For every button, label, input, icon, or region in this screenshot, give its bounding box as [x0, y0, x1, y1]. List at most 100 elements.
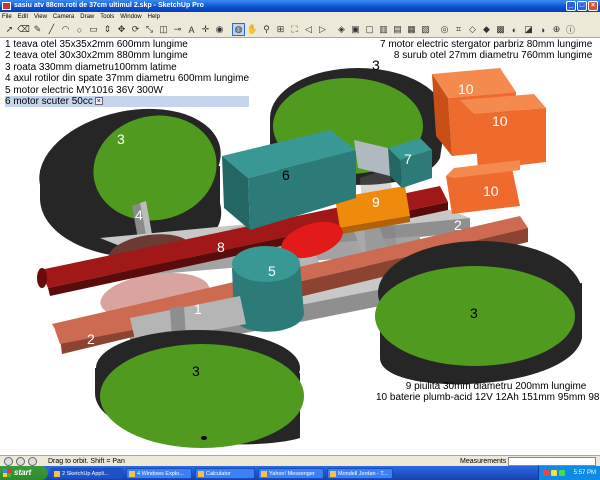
bottom-icon[interactable]: ▧: [419, 23, 432, 36]
pushpull-icon[interactable]: ⇕: [101, 23, 114, 36]
iso-icon[interactable]: ◈: [335, 23, 348, 36]
shaded-icon[interactable]: ◆: [480, 23, 493, 36]
tray-icon-1[interactable]: [543, 470, 549, 476]
label-nut: 9: [372, 194, 380, 210]
model-info-icon[interactable]: ⓘ: [564, 23, 577, 36]
scale-icon[interactable]: ⤡: [143, 23, 156, 36]
legend-item-5: 5 motor electric MY1016 36V 300W: [5, 84, 163, 96]
legend-bottom: 9 piulita 30mm diametru 200mm lungime 10…: [376, 381, 600, 404]
textured-icon[interactable]: ▩: [494, 23, 507, 36]
messenger-icon: [261, 470, 267, 477]
text-icon[interactable]: A: [185, 23, 198, 36]
zoom-icon[interactable]: ⚲: [260, 23, 273, 36]
monochrome-icon[interactable]: ◐: [508, 23, 521, 36]
select-icon[interactable]: ➚: [3, 23, 16, 36]
arc-icon[interactable]: ◠: [59, 23, 72, 36]
line-icon[interactable]: ╱: [45, 23, 58, 36]
zoom-extents-icon[interactable]: ⛶: [288, 23, 301, 36]
label-axle: 4: [135, 207, 143, 223]
menu-edit[interactable]: Edit: [18, 12, 28, 22]
toolbar: ➚ ⌫ ✎ ╱ ◠ ○ ▭ ⇕ ✥ ⟳ ⤡ ◫ ⊸ A ✛ ◉ ◍ ✋ ⚲ ⊞ ⛶ ◁ ▷ ◈ ▣ ▢ ▥ ▤ ▦ ▧ ◎ ⌗ ◇ ◆ ▩ ◐ ◪ ◑ ⊕ ⓘ: [0, 22, 600, 38]
rotate-icon[interactable]: ⟳: [129, 23, 142, 36]
zoom-window-icon[interactable]: ⊞: [274, 23, 287, 36]
task-explorer[interactable]: 4 Windows Explo...: [126, 467, 192, 479]
orbit-icon[interactable]: ◍: [232, 23, 245, 36]
axes-icon[interactable]: ✛: [199, 23, 212, 36]
maximize-button[interactable]: □: [577, 1, 587, 11]
start-button[interactable]: start: [0, 466, 48, 480]
pencil-icon[interactable]: ✎: [31, 23, 44, 36]
legend-item-4: 4 axul rotilor din spate 37mm diametru 6…: [5, 73, 249, 85]
label-wheel-back-left: 3: [117, 131, 125, 147]
status-bar: Drag to orbit. Shift = Pan Measurements: [0, 455, 600, 466]
label-motor-scooter: 6: [282, 167, 290, 183]
paint-icon[interactable]: ◉: [213, 23, 226, 36]
menu-bar: File Edit View Camera Draw Tools Window …: [0, 12, 600, 22]
tape-icon[interactable]: ⊸: [171, 23, 184, 36]
menu-file[interactable]: File: [2, 12, 12, 22]
geo-location-icon[interactable]: [4, 457, 13, 466]
help-icon[interactable]: [28, 457, 37, 466]
task-yahoo[interactable]: Yahoo! Messenger: [258, 467, 324, 479]
label-battery-top-left: 10: [458, 81, 474, 97]
legend-item-10: 10 baterie plumb-acid 12V 12Ah 151mm 95m…: [376, 392, 600, 404]
next-icon[interactable]: ▷: [316, 23, 329, 36]
label-bolt: 8: [217, 239, 225, 255]
legend-item-2: 2 teava otel 30x30x2mm 880mm lungime: [5, 50, 188, 62]
close-icon[interactable]: ×: [94, 97, 103, 106]
shadow-icon[interactable]: ◑: [536, 23, 549, 36]
previous-icon[interactable]: ◁: [302, 23, 315, 36]
label-tube-short: 1: [194, 301, 202, 317]
windows-logo-icon: [3, 469, 11, 477]
media-icon: [330, 470, 336, 477]
label-tube-long-right: 2: [454, 217, 462, 233]
task-label: 4 Windows Explo...: [137, 470, 184, 477]
hidden-line-icon[interactable]: ◇: [466, 23, 479, 36]
label-wiper-motor: 7: [404, 151, 412, 167]
menu-help[interactable]: Help: [148, 12, 160, 22]
legend-item-6: 6 motor scuter 50cc: [5, 96, 93, 108]
minimize-button[interactable]: _: [566, 1, 576, 11]
wheel-front-right[interactable]: [375, 241, 582, 385]
circle-icon[interactable]: ○: [73, 23, 86, 36]
menu-camera[interactable]: Camera: [53, 12, 74, 22]
left-icon[interactable]: ▦: [405, 23, 418, 36]
front-icon[interactable]: ▢: [363, 23, 376, 36]
task-label: 2 SketchUp Appli...: [62, 470, 109, 477]
wheel-front-left[interactable]: [95, 330, 304, 448]
rectangle-icon[interactable]: ▭: [87, 23, 100, 36]
wireframe-icon[interactable]: ⌗: [452, 23, 465, 36]
back-icon[interactable]: ▤: [391, 23, 404, 36]
top-icon[interactable]: ▣: [349, 23, 362, 36]
menu-tools[interactable]: Tools: [100, 12, 114, 22]
task-sketchup[interactable]: 2 SketchUp Appli...: [51, 467, 123, 479]
tray-icon-3[interactable]: [559, 470, 565, 476]
section-icon[interactable]: ◪: [522, 23, 535, 36]
measurements-input[interactable]: [508, 457, 596, 466]
task-media[interactable]: Mondell Jordan - T...: [327, 467, 393, 479]
label-wheel-front-left: 3: [192, 363, 200, 379]
task-calculator[interactable]: Calculator: [195, 467, 255, 479]
geo-icon[interactable]: ⊕: [550, 23, 563, 36]
label-tube-long-left: 2: [87, 331, 95, 347]
xray-icon[interactable]: ◎: [438, 23, 451, 36]
menu-view[interactable]: View: [34, 12, 47, 22]
credits-icon[interactable]: [16, 457, 25, 466]
legend-item-7: 7 motor electric stergator parbriz 80mm …: [380, 39, 593, 50]
close-button[interactable]: ×: [588, 1, 598, 11]
eraser-icon[interactable]: ⌫: [17, 23, 30, 36]
menu-window[interactable]: Window: [120, 12, 141, 22]
label-battery-bottom: 10: [483, 183, 499, 199]
legend-item-6-selected[interactable]: 6 motor scuter 50cc ×: [5, 96, 249, 108]
offset-icon[interactable]: ◫: [157, 23, 170, 36]
label-wheel-front-right: 3: [470, 305, 478, 321]
pan-icon[interactable]: ✋: [246, 23, 259, 36]
menu-draw[interactable]: Draw: [80, 12, 94, 22]
move-icon[interactable]: ✥: [115, 23, 128, 36]
tray-icon-2[interactable]: [551, 470, 557, 476]
model-viewport[interactable]: 3 3 3 3 4 6 7 8 9 10 10 10 5 1 2 2 1 tea…: [0, 38, 600, 455]
toolbar-separator: [433, 23, 437, 36]
folder-icon: [129, 470, 135, 477]
legend-left: 1 teava otel 35x35x2mm 600mm lungime 2 t…: [5, 39, 249, 108]
right-icon[interactable]: ▥: [377, 23, 390, 36]
